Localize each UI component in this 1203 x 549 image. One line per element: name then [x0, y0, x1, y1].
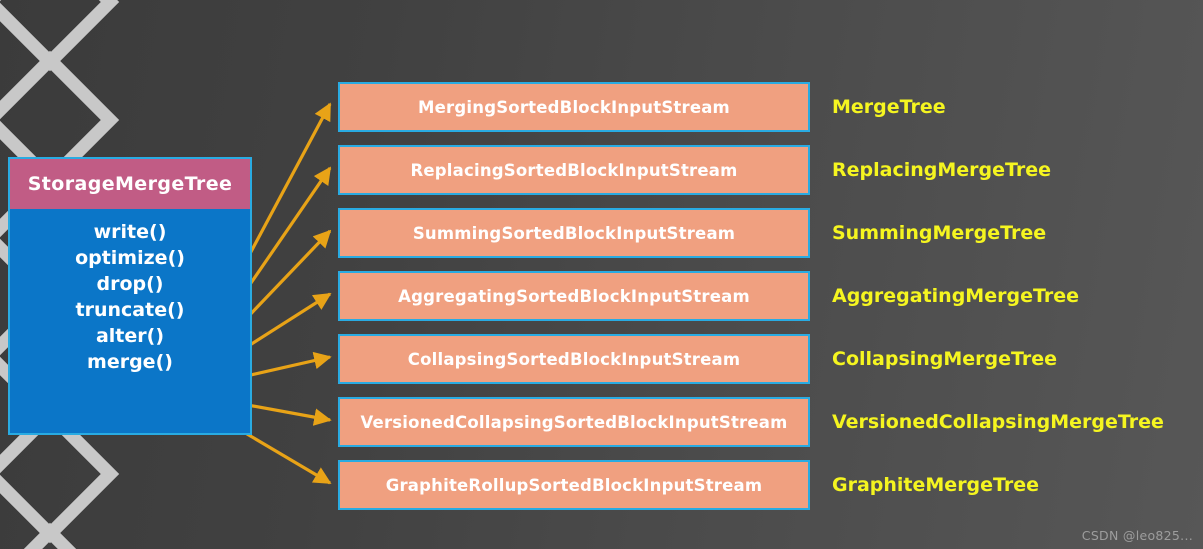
method-alter: alter(): [95, 325, 165, 347]
tree-label-aggregating-merge-tree: AggregatingMergeTree: [832, 285, 1079, 307]
diagram-canvas: StorageMergeTree write() optimize() drop…: [0, 0, 1203, 549]
stream-row: AggregatingSortedBlockInputStream Aggreg…: [338, 271, 1079, 321]
tree-label-graphite-merge-tree: GraphiteMergeTree: [832, 474, 1040, 496]
stream-box-summing[interactable]: SummingSortedBlockInputStream: [338, 208, 810, 258]
stream-box-merging[interactable]: MergingSortedBlockInputStream: [338, 82, 810, 132]
stream-row: VersionedCollapsingSortedBlockInputStrea…: [338, 397, 1164, 447]
storage-merge-tree-class-box[interactable]: StorageMergeTree write() optimize() drop…: [8, 157, 252, 435]
tree-label-versioned-collapsing-merge-tree: VersionedCollapsingMergeTree: [832, 411, 1164, 433]
stream-row: MergingSortedBlockInputStream MergeTree: [338, 82, 946, 132]
tree-label-replacing-merge-tree: ReplacingMergeTree: [832, 159, 1052, 181]
tree-label-merge-tree: MergeTree: [832, 96, 946, 118]
method-merge: merge(): [87, 351, 173, 373]
stream-row: ReplacingSortedBlockInputStream Replacin…: [338, 145, 1051, 195]
stream-row: CollapsingSortedBlockInputStream Collaps…: [338, 334, 1057, 384]
storage-merge-tree-method-list: write() optimize() drop() truncate() alt…: [10, 209, 250, 375]
stream-box-graphite-rollup[interactable]: GraphiteRollupSortedBlockInputStream: [338, 460, 810, 510]
method-write: write(): [93, 221, 167, 243]
storage-merge-tree-title: StorageMergeTree: [10, 159, 250, 209]
tree-label-summing-merge-tree: SummingMergeTree: [832, 222, 1047, 244]
stream-row: GraphiteRollupSortedBlockInputStream Gra…: [338, 460, 1039, 510]
watermark-text: CSDN @leo825...: [1081, 528, 1193, 543]
stream-box-collapsing[interactable]: CollapsingSortedBlockInputStream: [338, 334, 810, 384]
stream-box-replacing[interactable]: ReplacingSortedBlockInputStream: [338, 145, 810, 195]
stream-row: SummingSortedBlockInputStream SummingMer…: [338, 208, 1046, 258]
stream-box-versioned-collapsing[interactable]: VersionedCollapsingSortedBlockInputStrea…: [338, 397, 810, 447]
stream-box-aggregating[interactable]: AggregatingSortedBlockInputStream: [338, 271, 810, 321]
tree-label-collapsing-merge-tree: CollapsingMergeTree: [832, 348, 1058, 370]
method-truncate: truncate(): [75, 299, 185, 321]
method-drop: drop(): [96, 273, 164, 295]
method-optimize: optimize(): [75, 247, 185, 269]
